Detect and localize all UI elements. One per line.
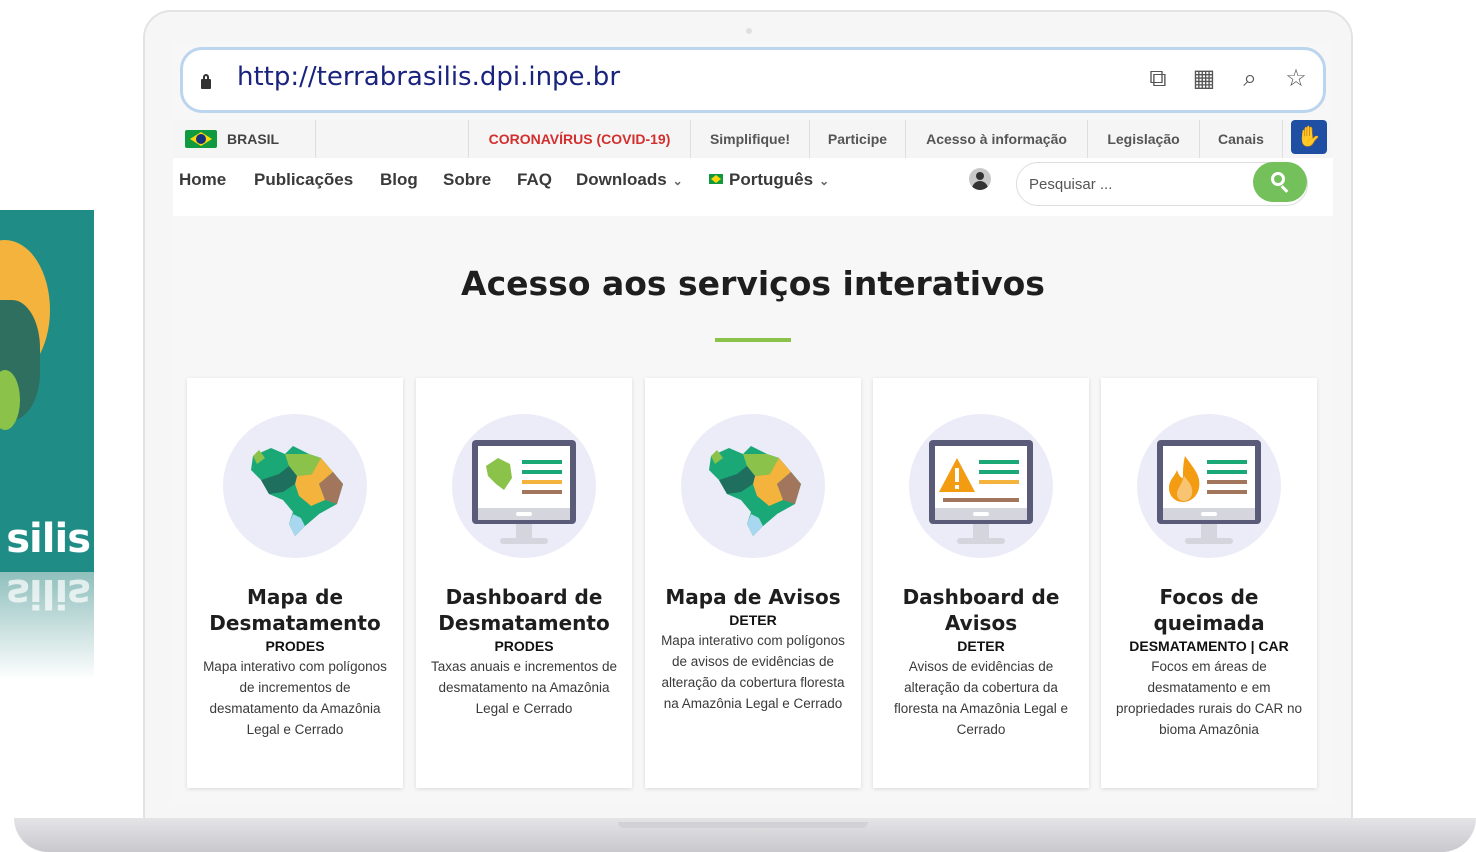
nav-downloads-label: Downloads	[576, 170, 667, 189]
card-title: Mapa de Avisos	[665, 585, 841, 609]
card-title: Dashboard de Avisos	[902, 585, 1060, 635]
icon-circle	[223, 414, 367, 558]
nav-blog[interactable]: Blog	[380, 170, 418, 190]
card-description: Mapa interativo com polígonos de increme…	[203, 659, 387, 737]
service-card-dashboard-avisos[interactable]: Dashboard de Avisos DETER Avisos de evid…	[873, 378, 1089, 788]
card-description: Avisos de evidências de alteração da cob…	[893, 659, 1069, 737]
gov-brasil-link[interactable]: BRASIL	[227, 120, 279, 158]
brazil-map-icon	[709, 446, 801, 536]
laptop-screen: http://terrabrasilis.dpi.inpe.br ⧉ ▦ ⌕ ☆…	[173, 42, 1333, 804]
card-body: Dashboard de Desmatamento PRODES Taxas a…	[416, 584, 632, 719]
gov-bar: BRASIL CORONAVÍRUS (COVID-19) Simplifiqu…	[173, 120, 1333, 159]
device-icon[interactable]: ⧉	[1145, 64, 1171, 94]
card-body: Focos de queimada DESMATAMENTO | CAR Foc…	[1101, 584, 1317, 740]
page-title: Acesso aos serviços interativos	[461, 264, 1045, 303]
monitor-fire-icon	[1157, 440, 1261, 544]
card-body: Mapa de Desmatamento PRODES Mapa interat…	[187, 584, 403, 740]
service-card-mapa-desmatamento[interactable]: Mapa de Desmatamento PRODES Mapa interat…	[187, 378, 403, 788]
logo-text-reflection: silis	[6, 570, 90, 616]
gov-spacer	[315, 120, 469, 158]
url-text[interactable]: http://terrabrasilis.dpi.inpe.br	[237, 62, 620, 92]
user-avatar-icon[interactable]	[969, 168, 991, 190]
gov-link-simplifique[interactable]: Simplifique!	[690, 120, 809, 158]
address-bar[interactable]: http://terrabrasilis.dpi.inpe.br ⧉ ▦ ⌕ ☆	[180, 47, 1326, 113]
background-logo: silis silis	[0, 210, 94, 680]
accessibility-hands-icon[interactable]: ✋	[1291, 120, 1327, 154]
brazil-flag-icon	[709, 174, 723, 184]
card-title: Focos de queimada	[1153, 585, 1265, 635]
gov-link-participe[interactable]: Participe	[809, 120, 905, 158]
brazil-flag-icon	[185, 130, 217, 148]
nav-home[interactable]: Home	[179, 170, 226, 190]
nav-downloads[interactable]: Downloads ⌄	[576, 170, 683, 190]
card-description: Mapa interativo com polígonos de avisos …	[661, 633, 845, 711]
bookmark-star-icon[interactable]: ☆	[1283, 64, 1309, 94]
card-description: Focos em áreas de desmatamento e em prop…	[1115, 659, 1303, 737]
service-card-focos-queimada[interactable]: Focos de queimada DESMATAMENTO | CAR Foc…	[1101, 378, 1317, 788]
search-button[interactable]	[1253, 162, 1307, 202]
search-icon	[1271, 172, 1285, 186]
nav-sobre[interactable]: Sobre	[443, 170, 491, 190]
brazil-map-icon	[251, 446, 343, 536]
card-body: Dashboard de Avisos DETER Avisos de evid…	[873, 584, 1089, 740]
lock-icon	[201, 74, 211, 89]
card-title: Dashboard de Desmatamento	[438, 585, 610, 635]
card-title: Mapa de Desmatamento	[209, 585, 381, 635]
card-body: Mapa de Avisos DETER Mapa interativo com…	[645, 584, 861, 714]
card-subtitle: PRODES	[494, 638, 554, 654]
icon-circle	[909, 414, 1053, 558]
chevron-down-icon: ⌄	[819, 174, 830, 188]
service-card-mapa-avisos[interactable]: Mapa de Avisos DETER Mapa interativo com…	[645, 378, 861, 788]
zoom-icon[interactable]: ⌕	[1237, 64, 1263, 94]
icon-circle	[1137, 414, 1281, 558]
nav-publicacoes[interactable]: Publicações	[254, 170, 353, 190]
chevron-down-icon: ⌄	[672, 174, 683, 188]
icon-circle	[452, 414, 596, 558]
service-card-dashboard-desmatamento[interactable]: Dashboard de Desmatamento PRODES Taxas a…	[416, 378, 632, 788]
gov-link-acesso-informacao[interactable]: Acesso à informação	[905, 120, 1087, 158]
laptop-notch	[618, 822, 868, 828]
monitor-warning-icon	[929, 440, 1033, 544]
logo-text: silis	[6, 516, 91, 562]
gov-link-canais[interactable]: Canais	[1199, 120, 1283, 158]
card-subtitle: PRODES	[265, 638, 325, 654]
nav-faq[interactable]: FAQ	[517, 170, 552, 190]
card-description: Taxas anuais e incrementos de desmatamen…	[430, 659, 618, 716]
browser-actions: ⧉ ▦ ⌕ ☆	[1145, 64, 1309, 94]
laptop-camera	[746, 28, 752, 34]
icon-circle	[681, 414, 825, 558]
gov-link-covid[interactable]: CORONAVÍRUS (COVID-19)	[468, 120, 690, 158]
card-subtitle: DETER	[957, 638, 1005, 654]
title-underline	[715, 338, 791, 342]
main-nav: Home Publicações Blog Sobre FAQ Download…	[173, 158, 1333, 216]
nav-language[interactable]: Português ⌄	[709, 170, 829, 190]
qr-code-icon[interactable]: ▦	[1191, 64, 1217, 94]
nav-language-label: Português	[729, 170, 814, 189]
gov-link-legislacao[interactable]: Legislação	[1087, 120, 1199, 158]
monitor-map-icon	[472, 440, 576, 544]
card-subtitle: DESMATAMENTO | CAR	[1129, 638, 1289, 654]
card-subtitle: DETER	[729, 612, 777, 628]
